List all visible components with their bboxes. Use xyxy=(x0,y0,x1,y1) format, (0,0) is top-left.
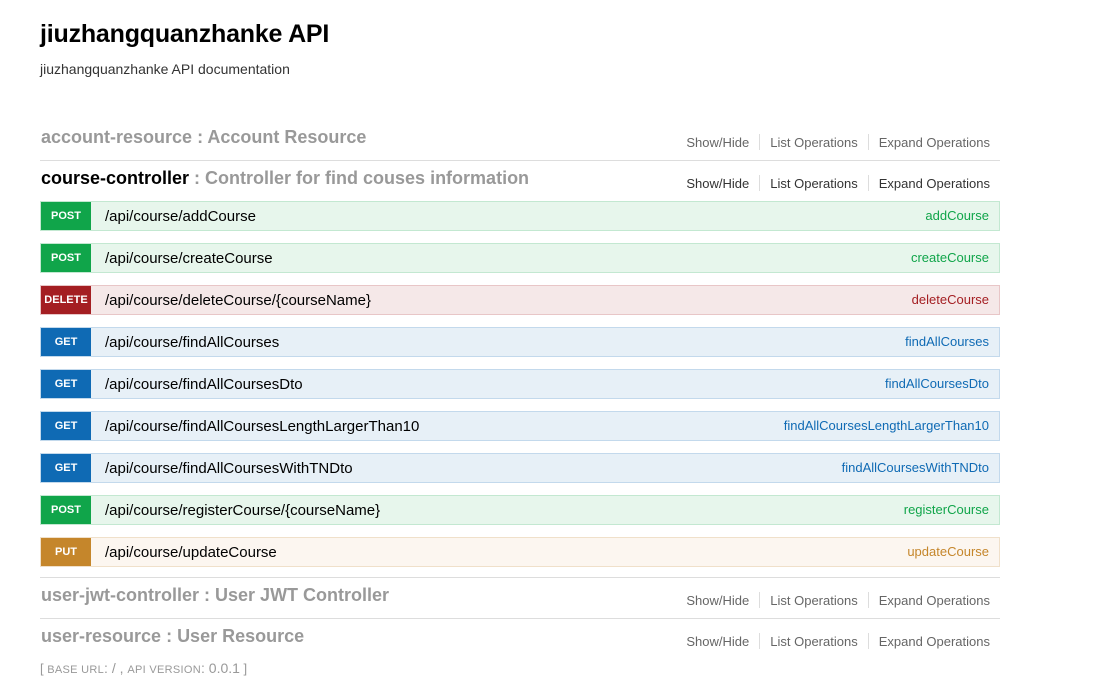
show-hide-link[interactable]: Show/Hide xyxy=(686,135,759,150)
endpoint-nickname-link[interactable]: findAllCoursesWithTNDto xyxy=(842,460,989,475)
resource-operations: Show/Hide List Operations Expand Operation… xyxy=(686,134,990,150)
http-method-badge[interactable]: GET xyxy=(41,454,91,482)
endpoint-nickname-link[interactable]: findAllCoursesDto xyxy=(885,376,989,391)
resource-account-resource: account-resource : Account Resource Show/… xyxy=(40,120,1000,161)
resource-list: account-resource : Account Resource Show/… xyxy=(40,120,1000,659)
endpoint-row[interactable]: GET/api/course/findAllCoursesDto findAllC… xyxy=(40,369,1000,399)
api-docs-page: jiuzhangquanzhanke API jiuzhangquanzhank… xyxy=(0,0,1120,699)
expand-operations-link[interactable]: Expand Operations xyxy=(869,176,990,191)
resource-description: Account Resource xyxy=(207,127,367,147)
endpoint-row[interactable]: DELETE/api/course/deleteCourse/{courseNa… xyxy=(40,285,1000,315)
expand-operations-link[interactable]: Expand Operations xyxy=(869,593,990,608)
resource-title-link[interactable]: account-resource : Account Resource xyxy=(41,127,366,148)
endpoint-nickname-link[interactable]: updateCourse xyxy=(907,544,989,559)
resource-header: user-resource : User Resource Show/Hide Li… xyxy=(40,619,1000,659)
endpoint-nickname-link[interactable]: findAllCoursesLengthLargerThan10 xyxy=(784,418,989,433)
list-operations-link[interactable]: List Operations xyxy=(760,135,867,150)
resource-description: Controller for find couses information xyxy=(205,168,530,188)
http-method-badge[interactable]: GET xyxy=(41,328,91,356)
resource-operations: Show/Hide List Operations Expand Operation… xyxy=(686,175,990,191)
list-operations-link[interactable]: List Operations xyxy=(760,634,867,649)
endpoint-path-link[interactable]: /api/course/findAllCoursesWithTNDto xyxy=(105,460,353,477)
http-method-badge[interactable]: POST xyxy=(41,496,91,524)
resource-separator: : xyxy=(189,168,206,188)
endpoint-row[interactable]: POST/api/course/registerCourse/{courseNa… xyxy=(40,495,1000,525)
endpoint-nickname-link[interactable]: addCourse xyxy=(925,208,989,223)
http-method-badge[interactable]: DELETE xyxy=(41,286,91,314)
footer-bracket-close: ] xyxy=(239,661,248,676)
endpoint-row[interactable]: POST/api/course/addCourse addCourse xyxy=(40,201,1000,231)
endpoint-row[interactable]: GET/api/course/findAllCourses findAllCour… xyxy=(40,327,1000,357)
http-method-badge[interactable]: GET xyxy=(41,370,91,398)
endpoint-row[interactable]: POST/api/course/createCourse createCourse xyxy=(40,243,1000,273)
resource-course-controller: course-controller : Controller for find … xyxy=(40,161,1000,578)
resource-name: user-jwt-controller xyxy=(41,585,200,605)
endpoint-path-link[interactable]: /api/course/deleteCourse/{courseName} xyxy=(105,292,371,309)
expand-operations-link[interactable]: Expand Operations xyxy=(869,634,990,649)
show-hide-link[interactable]: Show/Hide xyxy=(686,593,759,608)
footer-info: [ base url: / , api version: 0.0.1 ] xyxy=(40,660,247,676)
resource-title-link[interactable]: course-controller : Controller for find … xyxy=(41,168,529,189)
endpoint-path-link[interactable]: /api/course/addCourse xyxy=(105,208,256,225)
resource-separator: : xyxy=(192,127,208,147)
endpoint-row[interactable]: GET/api/course/findAllCoursesWithTNDto fi… xyxy=(40,453,1000,483)
page-title: jiuzhangquanzhanke API xyxy=(40,20,330,48)
resource-name: user-resource xyxy=(41,626,162,646)
api-version-label: api version xyxy=(127,664,201,676)
resource-separator: : xyxy=(161,626,178,646)
expand-operations-link[interactable]: Expand Operations xyxy=(869,135,990,150)
resource-name: course-controller xyxy=(41,168,190,188)
endpoint-row[interactable]: GET/api/course/findAllCoursesLengthLarge… xyxy=(40,411,1000,441)
resource-description: User Resource xyxy=(177,626,305,646)
resource-name: account-resource xyxy=(41,127,193,147)
resource-user-resource: user-resource : User Resource Show/Hide Li… xyxy=(40,619,1000,659)
http-method-badge[interactable]: PUT xyxy=(41,538,91,566)
resource-separator: : xyxy=(199,585,216,605)
page-description: jiuzhangquanzhanke API documentation xyxy=(40,61,290,77)
resource-header: user-jwt-controller : User JWT Controlle… xyxy=(40,578,1000,618)
list-operations-link[interactable]: List Operations xyxy=(760,593,867,608)
api-version-value: : 0.0.1 xyxy=(201,660,240,676)
http-method-badge[interactable]: POST xyxy=(41,202,91,230)
endpoint-nickname-link[interactable]: deleteCourse xyxy=(912,292,989,307)
resource-operations: Show/Hide List Operations Expand Operation… xyxy=(686,592,990,608)
resource-description: User JWT Controller xyxy=(215,585,390,605)
endpoint-path-link[interactable]: /api/course/findAllCoursesDto xyxy=(105,376,303,393)
resource-header: course-controller : Controller for find … xyxy=(40,161,1000,201)
http-method-badge[interactable]: GET xyxy=(41,412,91,440)
endpoint-row[interactable]: PUT/api/course/updateCourse updateCourse xyxy=(40,537,1000,567)
endpoint-path-link[interactable]: /api/course/registerCourse/{courseName} xyxy=(105,502,380,519)
endpoint-path-link[interactable]: /api/course/findAllCourses xyxy=(105,334,279,351)
base-url-value: : / , xyxy=(104,660,128,676)
resource-title-link[interactable]: user-resource : User Resource xyxy=(41,626,304,647)
resource-operations: Show/Hide List Operations Expand Operation… xyxy=(686,633,990,649)
endpoint-list: POST/api/course/addCourse addCourse POST/a… xyxy=(40,201,1000,577)
resource-user-jwt-controller: user-jwt-controller : User JWT Controlle… xyxy=(40,578,1000,619)
endpoint-nickname-link[interactable]: findAllCourses xyxy=(905,334,989,349)
endpoint-nickname-link[interactable]: createCourse xyxy=(911,250,989,265)
resource-title-link[interactable]: user-jwt-controller : User JWT Controlle… xyxy=(41,585,389,606)
list-operations-link[interactable]: List Operations xyxy=(760,176,867,191)
show-hide-link[interactable]: Show/Hide xyxy=(686,634,759,649)
resource-header: account-resource : Account Resource Show/… xyxy=(40,120,1000,160)
show-hide-link[interactable]: Show/Hide xyxy=(686,176,759,191)
endpoint-path-link[interactable]: /api/course/updateCourse xyxy=(105,544,277,561)
endpoint-path-link[interactable]: /api/course/findAllCoursesLengthLargerTh… xyxy=(105,418,419,435)
http-method-badge[interactable]: POST xyxy=(41,244,91,272)
endpoint-nickname-link[interactable]: registerCourse xyxy=(904,502,989,517)
endpoint-path-link[interactable]: /api/course/createCourse xyxy=(105,250,273,267)
base-url-label: base url xyxy=(47,664,105,676)
